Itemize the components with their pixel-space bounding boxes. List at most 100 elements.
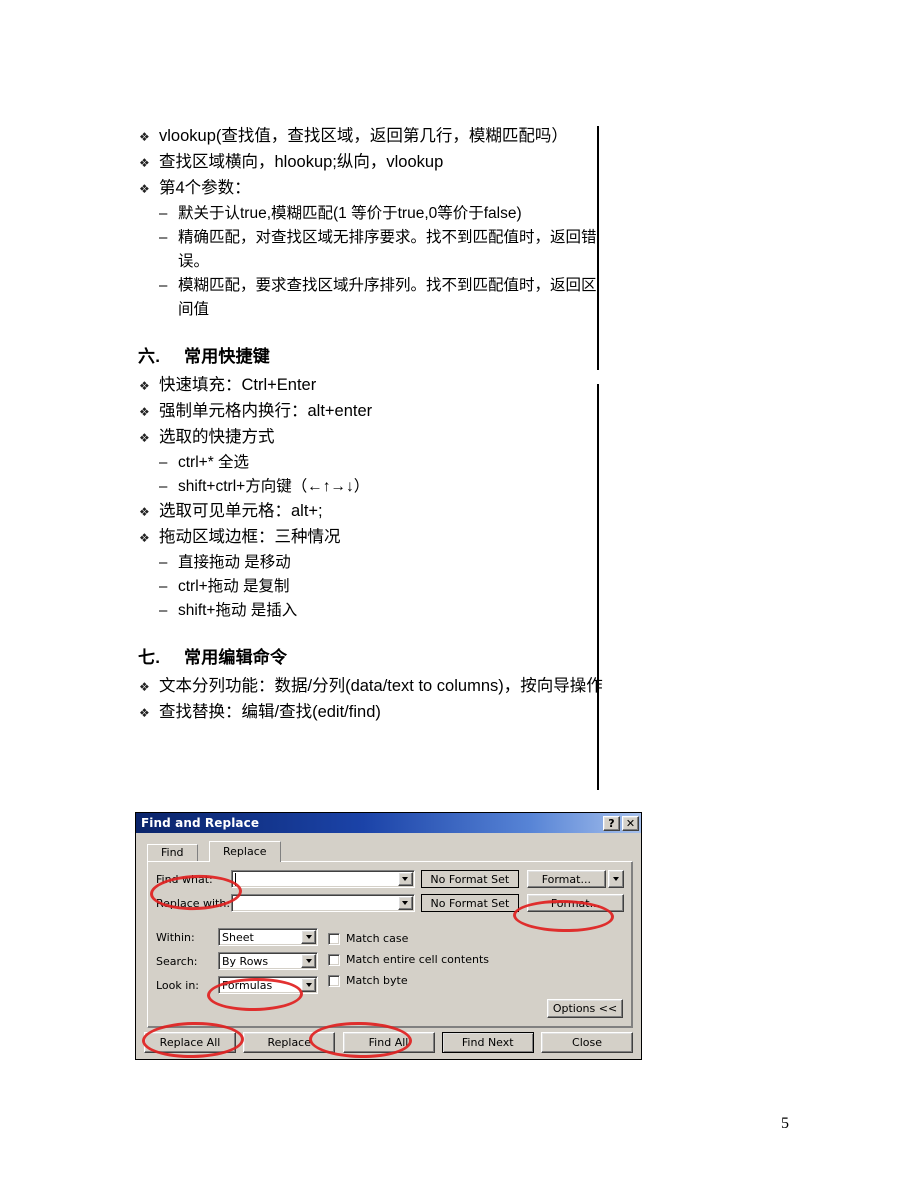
match-options-group: Match case Match entire cell contents Ma… xyxy=(328,930,489,993)
list-item-text: 文本分列功能：数据/分列(data/text to columns)，按向导操作 xyxy=(159,677,603,695)
sub-list-item: – ctrl+* 全选 xyxy=(157,451,608,475)
look-in-select[interactable]: Formulas xyxy=(218,976,318,994)
help-icon[interactable]: ? xyxy=(603,815,620,831)
list-item-text: 选取的快捷方式 xyxy=(159,428,275,446)
list-item: ❖ 拖动区域边框：三种情况 xyxy=(138,525,608,550)
dash-bullet-icon: – xyxy=(159,602,168,619)
drag-bullet-list: ❖ 选取可见单元格：alt+; ❖ 拖动区域边框：三种情况 xyxy=(138,499,608,550)
list-item-text: 快速填充：Ctrl+Enter xyxy=(159,376,317,394)
section-title: 常用快捷键 xyxy=(184,347,270,366)
edit-command-bullet-list: ❖ 文本分列功能：数据/分列(data/text to columns)，按向导… xyxy=(138,674,608,725)
list-item: ❖ 查找替换：编辑/查找(edit/find) xyxy=(138,700,608,725)
chevron-down-icon[interactable] xyxy=(397,872,413,886)
chevron-down-icon[interactable] xyxy=(301,978,316,992)
find-what-row: Find what: No Format Set Format... xyxy=(156,870,624,888)
find-next-button[interactable]: Find Next xyxy=(441,1032,534,1053)
tab-replace[interactable]: Replace xyxy=(209,841,281,862)
find-and-replace-dialog[interactable]: Find and Replace ? ✕ Find Replace Find w… xyxy=(135,812,642,1060)
replace-with-input[interactable] xyxy=(231,894,415,912)
list-item-text: 查找替换：编辑/查找(edit/find) xyxy=(159,703,381,721)
no-format-set-find: No Format Set xyxy=(420,870,519,888)
match-entire-cell-label: Match entire cell contents xyxy=(346,953,489,966)
document-page: ❖ vlookup(查找值，查找区域，返回第几行，模糊匹配吗） ❖ 查找区域横向… xyxy=(0,0,920,1191)
diamond-bullet-icon: ❖ xyxy=(139,130,150,144)
chevron-down-icon[interactable] xyxy=(301,954,316,968)
within-select[interactable]: Sheet xyxy=(218,928,318,946)
sub-list-item: – 模糊匹配，要求查找区域升序排列。找不到匹配值时，返回区间值 xyxy=(157,274,608,322)
close-icon[interactable]: ✕ xyxy=(622,815,639,831)
look-in-value: Formulas xyxy=(222,978,273,992)
dash-bullet-icon: – xyxy=(159,454,168,471)
format-button-find[interactable]: Format... xyxy=(526,870,606,888)
page-number: 5 xyxy=(781,1115,789,1132)
shortcut-bullet-list: ❖ 快速填充：Ctrl+Enter ❖ 强制单元格内换行：alt+enter ❖… xyxy=(138,373,608,450)
match-byte-checkbox[interactable] xyxy=(328,974,340,987)
options-button[interactable]: Options << xyxy=(547,999,623,1018)
format-dropdown-icon[interactable] xyxy=(607,870,624,888)
list-item-text: 选取可见单元格：alt+; xyxy=(159,502,323,520)
sub-list-item-text: ctrl+* 全选 xyxy=(178,454,250,471)
diamond-bullet-icon: ❖ xyxy=(139,156,150,170)
sub-list-item: – 默关于认true,模糊匹配(1 等价于true,0等价于false) xyxy=(157,202,608,226)
replace-button[interactable]: Replace xyxy=(243,1032,336,1053)
diamond-bullet-icon: ❖ xyxy=(139,182,150,196)
list-item: ❖ 查找区域横向，hlookup;纵向，vlookup xyxy=(138,150,608,175)
replace-with-label: Replace with: xyxy=(156,896,231,910)
diamond-bullet-icon: ❖ xyxy=(139,431,150,445)
match-case-row[interactable]: Match case xyxy=(328,930,489,947)
options-button-wrapper: Options << xyxy=(547,999,623,1018)
dialog-button-bar: Replace All Replace Find All Find Next C… xyxy=(144,1032,633,1053)
match-byte-row[interactable]: Match byte xyxy=(328,972,489,989)
list-item-text: vlookup(查找值，查找区域，返回第几行，模糊匹配吗） xyxy=(159,127,568,145)
dialog-tabstrip: Find Replace xyxy=(147,841,633,862)
replace-all-button[interactable]: Replace All xyxy=(144,1032,236,1053)
sub-list-item: – shift+ctrl+方向键（←↑→↓） xyxy=(157,475,608,499)
sub-list-item-text: ctrl+拖动 是复制 xyxy=(178,578,290,595)
diamond-bullet-icon: ❖ xyxy=(139,531,150,545)
list-item: ❖ 第4个参数： xyxy=(138,176,608,201)
dash-bullet-icon: – xyxy=(159,277,168,294)
tab-find[interactable]: Find xyxy=(147,844,198,861)
dash-bullet-icon: – xyxy=(159,229,168,246)
chevron-down-icon[interactable] xyxy=(397,896,413,910)
match-case-checkbox[interactable] xyxy=(328,932,340,945)
list-item-text: 拖动区域边框：三种情况 xyxy=(159,528,341,546)
format-button-replace[interactable]: Format... xyxy=(526,894,624,912)
sub-list-item-text: 精确匹配，对查找区域无排序要求。找不到匹配值时，返回错误。 xyxy=(178,229,597,270)
list-item-text: 查找区域横向，hlookup;纵向，vlookup xyxy=(159,153,444,171)
dialog-body: Find Replace Find what: No Format Set Fo… xyxy=(136,833,641,1059)
dash-bullet-icon: – xyxy=(159,578,168,595)
sub-list-item: – shift+拖动 是插入 xyxy=(157,599,608,623)
match-byte-label: Match byte xyxy=(346,974,408,987)
list-item: ❖ 选取可见单元格：alt+; xyxy=(138,499,608,524)
search-value: By Rows xyxy=(222,954,269,968)
chevron-down-icon[interactable] xyxy=(301,930,316,944)
dash-bullet-icon: – xyxy=(159,554,168,571)
fourth-parameter-sublist-wrapper: – 默关于认true,模糊匹配(1 等价于true,0等价于false) – 精… xyxy=(157,202,608,322)
document-content: ❖ vlookup(查找值，查找区域，返回第几行，模糊匹配吗） ❖ 查找区域横向… xyxy=(138,124,608,726)
section-heading-seven: 七. 常用编辑命令 xyxy=(138,643,608,668)
match-entire-cell-row[interactable]: Match entire cell contents xyxy=(328,951,489,968)
dialog-titlebar[interactable]: Find and Replace ? ✕ xyxy=(136,813,641,833)
list-item-text: 强制单元格内换行：alt+enter xyxy=(159,402,373,420)
sub-list-item-text: 默关于认true,模糊匹配(1 等价于true,0等价于false) xyxy=(178,205,522,222)
drag-sublist-wrapper: – 直接拖动 是移动 – ctrl+拖动 是复制 – shift+拖动 是插入 xyxy=(157,551,608,623)
find-what-label: Find what: xyxy=(156,872,213,886)
search-label: Search: xyxy=(156,954,198,968)
find-all-button[interactable]: Find All xyxy=(342,1032,435,1053)
sub-list-item-text: shift+ctrl+方向键（←↑→↓） xyxy=(178,478,370,495)
section-number: 七. xyxy=(138,648,161,667)
sub-list-item: – ctrl+拖动 是复制 xyxy=(157,575,608,599)
diamond-bullet-icon: ❖ xyxy=(139,405,150,419)
within-value: Sheet xyxy=(222,930,254,944)
diamond-bullet-icon: ❖ xyxy=(139,505,150,519)
list-item: ❖ 快速填充：Ctrl+Enter xyxy=(138,373,608,398)
diamond-bullet-icon: ❖ xyxy=(139,706,150,720)
no-format-set-replace: No Format Set xyxy=(420,894,519,912)
close-button[interactable]: Close xyxy=(541,1032,633,1053)
search-select[interactable]: By Rows xyxy=(218,952,318,970)
vlookup-bullet-list: ❖ vlookup(查找值，查找区域，返回第几行，模糊匹配吗） ❖ 查找区域横向… xyxy=(138,124,608,201)
find-what-input[interactable] xyxy=(231,870,415,888)
dash-bullet-icon: – xyxy=(159,205,168,222)
match-entire-cell-checkbox[interactable] xyxy=(328,953,340,966)
